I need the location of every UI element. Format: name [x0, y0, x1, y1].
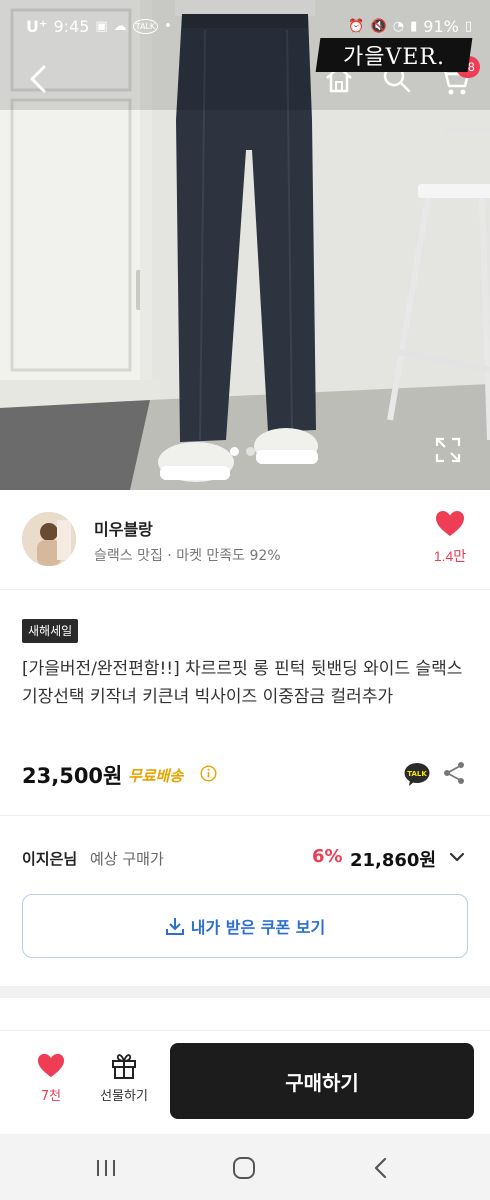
shipping-info-button[interactable]	[200, 765, 217, 782]
divider	[0, 815, 490, 816]
signal-icon: ▮	[410, 18, 418, 34]
battery-percent: 91%	[423, 16, 459, 36]
gift-icon	[112, 1054, 136, 1079]
expected-price-label: 예상 구매가	[90, 850, 164, 868]
kakaotalk-icon: TALK	[404, 763, 430, 786]
seller-row[interactable]: 미우블랑 슬랙스 맛집 · 마켓 만족도 92% 1.4만	[0, 490, 490, 590]
store-like-count: 1.4만	[433, 548, 467, 564]
heart-icon	[38, 1053, 64, 1078]
brand-stamp: 가을VER.	[315, 38, 473, 72]
back-button[interactable]	[22, 62, 56, 96]
mute-icon: 🔇	[370, 18, 387, 34]
gallery-notification-icon: ▣	[95, 18, 108, 34]
seller-name: 미우블랑	[94, 520, 153, 539]
gift-button[interactable]: 선물하기	[92, 1053, 156, 1113]
download-icon	[165, 918, 184, 935]
recent-apps-icon	[97, 1160, 115, 1176]
expected-price: 21,860원	[350, 850, 437, 871]
chevron-down-icon	[449, 852, 465, 862]
talk-notification-icon: TALK	[132, 18, 159, 34]
store-like-button[interactable]: 1.4만	[428, 510, 472, 570]
product-price: 23,500원	[22, 764, 123, 788]
gift-label: 선물하기	[100, 1089, 148, 1104]
more-dot-icon: •	[164, 18, 172, 34]
alarm-icon: ⏰	[348, 18, 365, 34]
clock: 9:45	[53, 16, 90, 36]
recent-apps-button[interactable]	[93, 1157, 119, 1179]
home-circle-icon	[233, 1157, 255, 1179]
discount-percent: 6%	[312, 846, 343, 867]
back-arrow-icon	[374, 1157, 387, 1179]
expand-icon	[435, 437, 461, 463]
svg-text:TALK: TALK	[407, 770, 427, 778]
share-icon	[444, 762, 464, 784]
avatar-image	[22, 512, 76, 566]
chevron-left-icon	[30, 65, 46, 93]
system-home-button[interactable]	[232, 1156, 256, 1180]
section-divider	[0, 986, 490, 998]
pagination-dot-active	[230, 447, 239, 456]
kakaotalk-share-button[interactable]: TALK	[404, 762, 430, 786]
carrier-label: U⁺	[26, 16, 48, 36]
gallery-pagination	[230, 447, 255, 456]
cloud-icon: ☁	[113, 18, 127, 34]
bottom-action-bar: 7천 선물하기 구매하기	[0, 1030, 490, 1134]
system-back-button[interactable]	[372, 1156, 390, 1180]
battery-icon: ▯	[464, 18, 472, 34]
android-navigation-bar	[0, 1134, 490, 1200]
wishlist-button[interactable]: 7천	[28, 1053, 74, 1113]
view-coupons-label: 내가 받은 쿠폰 보기	[190, 918, 326, 937]
view-coupons-button[interactable]: 내가 받은 쿠폰 보기	[22, 894, 468, 958]
pagination-dot	[246, 447, 255, 456]
expected-price-toggle[interactable]	[448, 848, 466, 866]
sale-badge: 새해세일	[22, 619, 79, 643]
product-image-gallery[interactable]: U⁺ 9:45 ▣ ☁ TALK • ⏰ 🔇 ◔ ▮ 91% ▯ 가을VER.	[0, 0, 490, 490]
seller-avatar	[22, 512, 76, 566]
fullscreen-button[interactable]	[434, 436, 462, 464]
wishlist-count: 7천	[40, 1089, 62, 1104]
wifi-icon: ◔	[392, 18, 405, 34]
free-shipping-label: 무료배송	[128, 767, 184, 785]
info-icon	[200, 765, 217, 782]
product-title: [가을버전/완전편함!!] 차르르핏 롱 핀턱 뒷밴딩 와이드 슬랙스 기장선택…	[22, 659, 463, 707]
share-button[interactable]	[442, 761, 466, 785]
heart-icon	[436, 511, 464, 536]
member-name: 이지은님	[22, 850, 78, 868]
buy-button[interactable]: 구매하기	[170, 1043, 474, 1119]
seller-subtitle: 슬랙스 맛집 · 마켓 만족도 92%	[94, 548, 281, 564]
